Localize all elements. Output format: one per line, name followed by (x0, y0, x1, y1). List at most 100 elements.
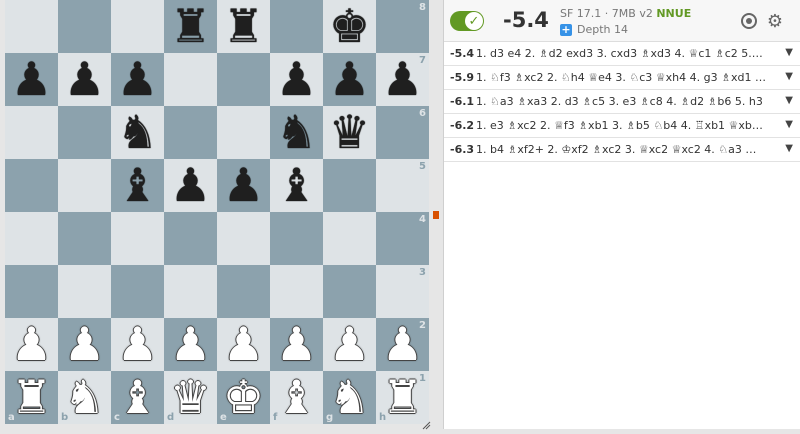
square-e7[interactable] (217, 53, 270, 106)
square-d4[interactable] (164, 212, 217, 265)
square-d7[interactable] (164, 53, 217, 106)
white-king-icon[interactable]: ♚ (217, 371, 270, 424)
square-a5[interactable] (5, 159, 58, 212)
square-f1[interactable]: f ♝ (270, 371, 323, 424)
square-e1[interactable]: e ♚ (217, 371, 270, 424)
black-pawn-icon[interactable]: ♟ (323, 53, 376, 106)
square-f8[interactable] (270, 0, 323, 53)
panel-splitter[interactable] (431, 0, 441, 429)
black-pawn-icon[interactable]: ♟ (111, 53, 164, 106)
square-a4[interactable] (5, 212, 58, 265)
chevron-down-icon[interactable]: ▼ (785, 119, 793, 130)
target-icon[interactable] (740, 12, 758, 30)
depth-plus-icon[interactable]: + (560, 23, 572, 36)
square-a8[interactable] (5, 0, 58, 53)
pv-moves[interactable]: 1. ♘f3 ♗xc2 2. ♘h4 ♕e4 3. ♘c3 ♕xh4 4. g3… (476, 71, 766, 84)
square-d8[interactable]: ♜ (164, 0, 217, 53)
chess-board[interactable]: ♜ ♜ ♚ 8 ♟ ♟ ♟ ♟ ♟ 7 ♟ ♞ ♞ ♛ 6 ♝ ♟ ♟ ♝ 5 4 3 ♟ ♟ ♟ ♟ ♟ ♟ ♟ 2 ♟ a ♜ b ♞ c ♝ d ♛ e… (5, 0, 429, 424)
white-pawn-icon[interactable]: ♟ (164, 318, 217, 371)
engine-toggle[interactable]: ✓ (450, 11, 484, 31)
black-rook-icon[interactable]: ♜ (217, 0, 270, 53)
pv-line[interactable]: -6.1 1. ♘a3 ♗xa3 2. d3 ♗c5 3. e3 ♗c8 4. ♗… (444, 90, 800, 114)
square-g2[interactable]: ♟ (323, 318, 376, 371)
gear-icon[interactable]: ⚙ (766, 11, 784, 32)
square-d1[interactable]: d ♛ (164, 371, 217, 424)
square-h5[interactable]: 5 (376, 159, 429, 212)
square-a7[interactable]: ♟ (5, 53, 58, 106)
white-pawn-icon[interactable]: ♟ (58, 318, 111, 371)
pv-moves[interactable]: 1. d3 e4 2. ♗d2 exd3 3. cxd3 ♗xd3 4. ♕c1… (476, 47, 766, 60)
square-c5[interactable]: ♝ (111, 159, 164, 212)
pv-moves[interactable]: 1. e3 ♗xc2 2. ♕f3 ♗xb1 3. ♗b5 ♘b4 4. ♖xb… (476, 119, 766, 132)
white-pawn-icon[interactable]: ♟ (5, 318, 58, 371)
square-b5[interactable] (58, 159, 111, 212)
white-pawn-icon[interactable]: ♟ (270, 318, 323, 371)
white-pawn-icon[interactable]: ♟ (376, 318, 429, 371)
pv-line[interactable]: -6.2 1. e3 ♗xc2 2. ♕f3 ♗xb1 3. ♗b5 ♘b4 4.… (444, 114, 800, 138)
square-g8[interactable]: ♚ (323, 0, 376, 53)
black-pawn-icon[interactable]: ♟ (376, 53, 429, 106)
square-d3[interactable] (164, 265, 217, 318)
square-a3[interactable] (5, 265, 58, 318)
square-c8[interactable] (111, 0, 164, 53)
square-f5[interactable]: ♝ (270, 159, 323, 212)
white-knight-icon[interactable]: ♞ (58, 371, 111, 424)
square-b3[interactable] (58, 265, 111, 318)
square-f3[interactable] (270, 265, 323, 318)
square-c4[interactable] (111, 212, 164, 265)
white-pawn-icon[interactable]: ♟ (111, 318, 164, 371)
white-rook-icon[interactable]: ♜ (5, 371, 58, 424)
pv-line[interactable]: -6.3 1. b4 ♗xf2+ 2. ♔xf2 ♗xc2 3. ♕xc2 ♕xc… (444, 138, 800, 162)
square-c6[interactable]: ♞ (111, 106, 164, 159)
pv-moves[interactable]: 1. b4 ♗xf2+ 2. ♔xf2 ♗xc2 3. ♕xc2 ♕xc2 4.… (476, 143, 766, 156)
black-king-icon[interactable]: ♚ (323, 0, 376, 53)
square-a2[interactable]: ♟ (5, 318, 58, 371)
square-c1[interactable]: c ♝ (111, 371, 164, 424)
black-pawn-icon[interactable]: ♟ (5, 53, 58, 106)
square-a1[interactable]: a ♜ (5, 371, 58, 424)
square-c3[interactable] (111, 265, 164, 318)
square-g7[interactable]: ♟ (323, 53, 376, 106)
black-pawn-icon[interactable]: ♟ (270, 53, 323, 106)
square-g4[interactable] (323, 212, 376, 265)
board-resize-handle[interactable] (421, 415, 431, 430)
square-e8[interactable]: ♜ (217, 0, 270, 53)
square-b7[interactable]: ♟ (58, 53, 111, 106)
square-g3[interactable] (323, 265, 376, 318)
black-pawn-icon[interactable]: ♟ (164, 159, 217, 212)
square-h2[interactable]: 2 ♟ (376, 318, 429, 371)
square-h6[interactable]: 6 (376, 106, 429, 159)
square-e4[interactable] (217, 212, 270, 265)
square-h4[interactable]: 4 (376, 212, 429, 265)
square-g5[interactable] (323, 159, 376, 212)
square-e6[interactable] (217, 106, 270, 159)
square-b2[interactable]: ♟ (58, 318, 111, 371)
square-c2[interactable]: ♟ (111, 318, 164, 371)
square-g6[interactable]: ♛ (323, 106, 376, 159)
square-e5[interactable]: ♟ (217, 159, 270, 212)
white-pawn-icon[interactable]: ♟ (323, 318, 376, 371)
square-f7[interactable]: ♟ (270, 53, 323, 106)
black-bishop-icon[interactable]: ♝ (270, 159, 323, 212)
chevron-down-icon[interactable]: ▼ (785, 143, 793, 154)
square-b1[interactable]: b ♞ (58, 371, 111, 424)
chevron-down-icon[interactable]: ▼ (785, 95, 793, 106)
black-knight-icon[interactable]: ♞ (270, 106, 323, 159)
square-d5[interactable]: ♟ (164, 159, 217, 212)
black-pawn-icon[interactable]: ♟ (217, 159, 270, 212)
square-b8[interactable] (58, 0, 111, 53)
square-d6[interactable] (164, 106, 217, 159)
square-h7[interactable]: 7 ♟ (376, 53, 429, 106)
square-f6[interactable]: ♞ (270, 106, 323, 159)
chevron-down-icon[interactable]: ▼ (785, 47, 793, 58)
black-queen-icon[interactable]: ♛ (323, 106, 376, 159)
black-rook-icon[interactable]: ♜ (164, 0, 217, 53)
chevron-down-icon[interactable]: ▼ (785, 71, 793, 82)
square-a6[interactable] (5, 106, 58, 159)
square-e2[interactable]: ♟ (217, 318, 270, 371)
white-knight-icon[interactable]: ♞ (323, 371, 376, 424)
white-bishop-icon[interactable]: ♝ (270, 371, 323, 424)
black-bishop-icon[interactable]: ♝ (111, 159, 164, 212)
pv-line[interactable]: -5.9 1. ♘f3 ♗xc2 2. ♘h4 ♕e4 3. ♘c3 ♕xh4 4… (444, 66, 800, 90)
square-h3[interactable]: 3 (376, 265, 429, 318)
